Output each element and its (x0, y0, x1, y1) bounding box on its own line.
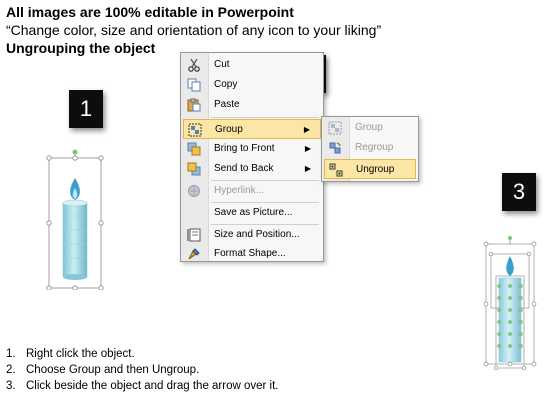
step-1-badge: 1 (69, 90, 103, 128)
header-subtitle: “Change color, size and orientation of a… (6, 22, 382, 38)
submenu-item-ungroup[interactable]: Ungroup (324, 159, 416, 179)
submenu-item-label: Group (355, 122, 383, 133)
menu-item-save-as-picture[interactable]: Save as Picture... (183, 203, 321, 223)
menu-item-label: Send to Back (214, 163, 274, 174)
bring-to-front-icon (187, 142, 201, 156)
group-submenu: Group Regroup Ungroup (321, 116, 419, 182)
menu-item-paste[interactable]: Paste (183, 95, 321, 115)
submenu-arrow-icon: ▶ (304, 164, 311, 173)
hyperlink-icon (188, 185, 200, 197)
submenu-arrow-icon: ▶ (304, 144, 311, 153)
regroup-icon (329, 142, 341, 154)
group-icon (328, 121, 342, 135)
menu-item-label: Paste (214, 99, 240, 110)
menu-item-cut[interactable]: Cut (183, 55, 321, 75)
candle-grouped-object[interactable] (42, 148, 106, 290)
submenu-item-label: Regroup (355, 142, 394, 153)
paste-icon (187, 98, 201, 112)
menu-item-format-shape[interactable]: Format Shape... (183, 244, 321, 264)
submenu-arrow-icon: ▶ (303, 125, 310, 134)
size-position-icon (187, 228, 201, 242)
submenu-item-regroup[interactable]: Regroup (324, 138, 416, 158)
menu-item-label: Bring to Front (214, 143, 275, 154)
menu-item-send-to-back[interactable]: Send to Back ▶ (183, 159, 321, 179)
menu-separator (211, 117, 319, 118)
menu-item-copy[interactable]: Copy (183, 75, 321, 95)
menu-item-label: Group (215, 124, 243, 135)
menu-item-label: Format Shape... (214, 248, 286, 259)
menu-item-label: Size and Position... (214, 229, 300, 240)
scissors-icon (188, 58, 200, 72)
menu-item-label: Copy (214, 79, 238, 90)
submenu-item-group[interactable]: Group (324, 118, 416, 138)
menu-item-bring-to-front[interactable]: Bring to Front ▶ (183, 139, 321, 159)
menu-item-label: Hyperlink... (214, 185, 265, 196)
copy-icon (187, 78, 201, 92)
menu-item-label: Save as Picture... (214, 207, 293, 218)
instruction-step-2: 2. Choose Group and then Ungroup. (6, 364, 200, 376)
ungroup-icon (329, 163, 343, 177)
format-shape-icon (188, 248, 200, 260)
step-3-badge: 3 (502, 173, 536, 211)
header-section-title: Ungrouping the object (6, 40, 156, 56)
menu-item-hyperlink[interactable]: Hyperlink... (183, 181, 321, 201)
menu-item-size-and-position[interactable]: Size and Position... (183, 225, 321, 245)
group-icon (188, 123, 202, 137)
menu-item-label: Cut (214, 59, 230, 70)
flame-icon (506, 256, 514, 276)
send-to-back-icon (187, 162, 201, 176)
instruction-step-3: 3. Click beside the object and drag the a… (6, 380, 279, 392)
menu-item-group[interactable]: Group ▶ (183, 119, 321, 139)
context-menu: Cut Copy Paste Group ▶ Bring to Front ▶ (180, 52, 324, 262)
candle-ungrouped-object[interactable] (478, 236, 542, 374)
submenu-item-label: Ungroup (356, 164, 395, 175)
instruction-step-1: 1. Right click the object. (6, 348, 135, 360)
header-title: All images are 100% editable in Powerpoi… (6, 4, 294, 20)
